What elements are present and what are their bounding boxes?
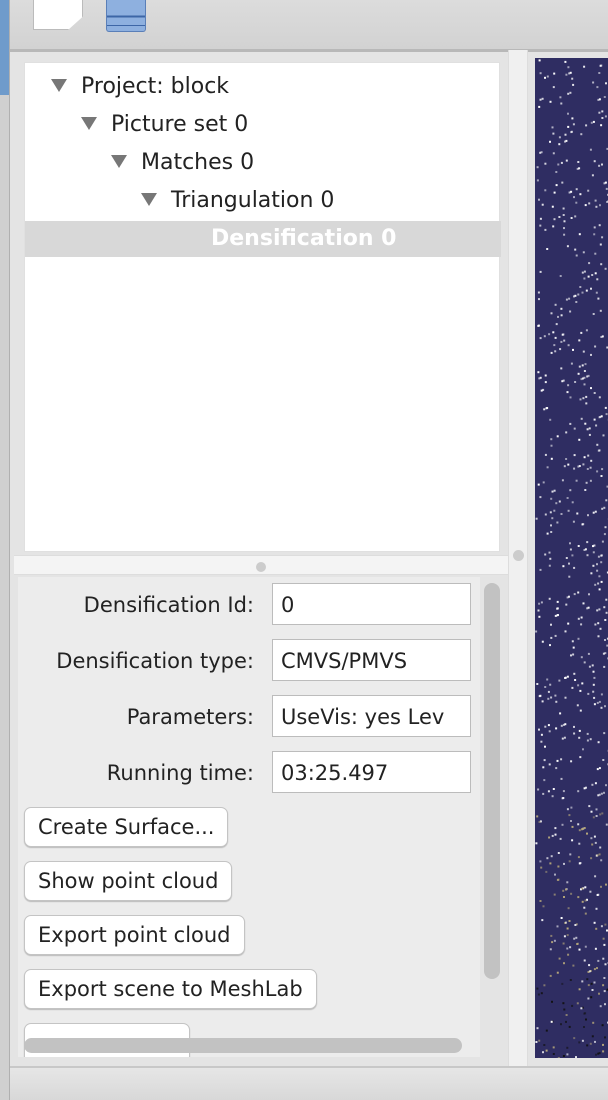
horizontal-scrollbar[interactable]: [24, 1038, 462, 1053]
vertical-scrollbar[interactable]: [484, 583, 500, 979]
point-cloud: [535, 59, 608, 1058]
tree-node-densification[interactable]: Densification 0: [25, 221, 501, 257]
densification-type-label: Densification type:: [56, 649, 254, 673]
show-point-cloud-button[interactable]: Show point cloud: [24, 861, 233, 901]
tree-node-triangulation[interactable]: Triangulation 0: [141, 183, 334, 219]
densification-id-label: Densification Id:: [83, 593, 254, 617]
tree-node-label: Project: block: [81, 74, 230, 99]
3d-point-cloud-viewport[interactable]: [535, 58, 608, 1058]
splitter-handle-icon[interactable]: [513, 550, 524, 561]
running-time-label: Running time:: [106, 761, 254, 785]
tree-node-label: Triangulation 0: [171, 188, 335, 213]
properties-panel: Densification Id: 0 Densification type: …: [18, 577, 480, 1057]
densification-type-field[interactable]: CMVS/PMVS: [272, 639, 471, 681]
toolbar: [0, 0, 608, 52]
status-bar: [10, 1066, 608, 1100]
expand-triangle-icon[interactable]: [81, 116, 97, 130]
parameters-label: Parameters:: [126, 705, 254, 729]
parameters-field[interactable]: UseVis: yes Lev: [272, 695, 471, 737]
tree-node-label: Picture set 0: [111, 112, 249, 137]
horizontal-splitter[interactable]: [14, 555, 510, 575]
project-tree[interactable]: Project: block Picture set 0 Matches 0 T…: [24, 62, 501, 552]
expand-triangle-icon[interactable]: [111, 154, 127, 168]
tree-node-picture-set[interactable]: Picture set 0: [81, 107, 248, 143]
tree-node-project[interactable]: Project: block: [51, 69, 229, 105]
tree-node-label: Densification 0: [211, 226, 397, 251]
tree-node-matches[interactable]: Matches 0: [111, 145, 254, 181]
left-edge-panel: [0, 0, 10, 1100]
running-time-field[interactable]: 03:25.497: [272, 751, 471, 793]
densification-id-field[interactable]: 0: [272, 583, 471, 625]
tree-node-label: Matches 0: [141, 150, 255, 175]
vertical-splitter[interactable]: [508, 50, 528, 1070]
expand-triangle-icon[interactable]: [141, 192, 157, 206]
export-point-cloud-button[interactable]: Export point cloud: [24, 915, 245, 955]
expand-triangle-icon[interactable]: [51, 78, 67, 92]
create-surface-button[interactable]: Create Surface...: [24, 807, 229, 847]
export-scene-meshlab-button[interactable]: Export scene to MeshLab: [24, 969, 317, 1009]
splitter-handle-icon[interactable]: [256, 562, 266, 572]
database-icon[interactable]: [106, 0, 146, 32]
